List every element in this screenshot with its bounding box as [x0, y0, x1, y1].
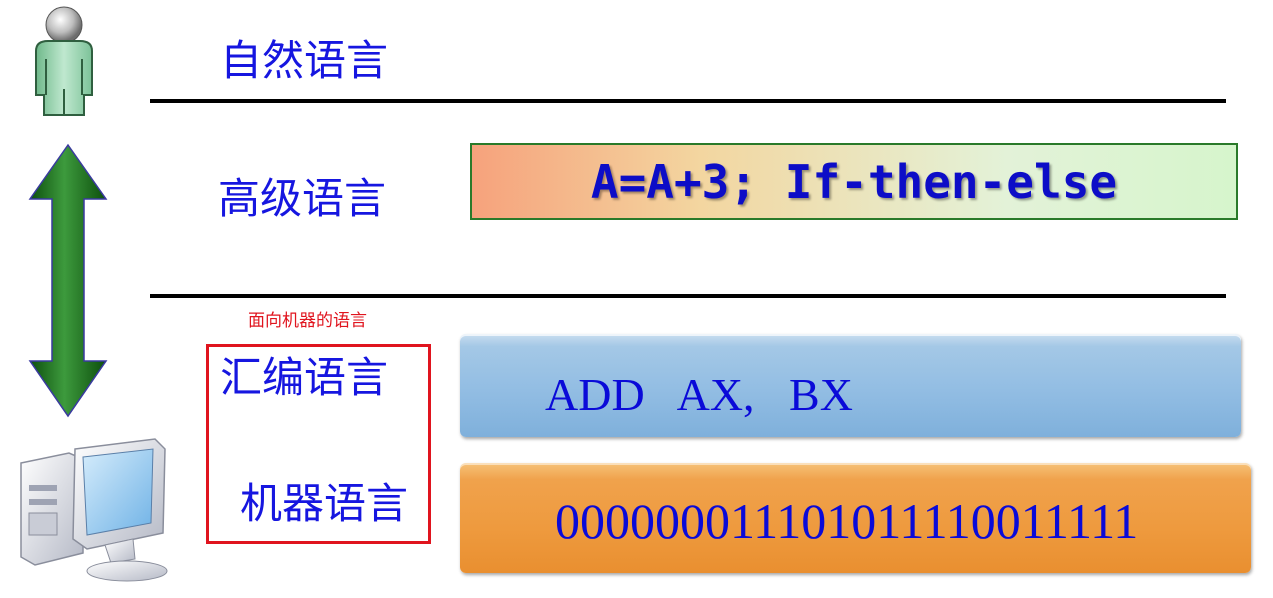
divider-middle: [150, 294, 1226, 298]
machine-oriented-note: 面向机器的语言: [248, 311, 367, 331]
machine-code-bar: 000000011101011110011111: [460, 463, 1251, 573]
person-icon: [22, 5, 108, 120]
machine-code: 000000011101011110011111: [555, 493, 1139, 549]
high-level-language-label: 高级语言: [218, 174, 387, 223]
high-level-code-box: A=A+3; If-then-else: [470, 143, 1238, 220]
computer-icon: [15, 435, 170, 585]
divider-top: [150, 99, 1226, 103]
double-arrow-icon: [28, 143, 108, 418]
assembly-code: ADD AX, BX: [545, 369, 853, 420]
assembly-language-label: 汇编语言: [220, 353, 389, 402]
natural-language-label: 自然语言: [220, 36, 389, 85]
high-level-code: A=A+3; If-then-else: [590, 154, 1118, 209]
assembly-code-bar: ADD AX, BX: [460, 334, 1241, 437]
machine-language-label: 机器语言: [240, 479, 409, 528]
